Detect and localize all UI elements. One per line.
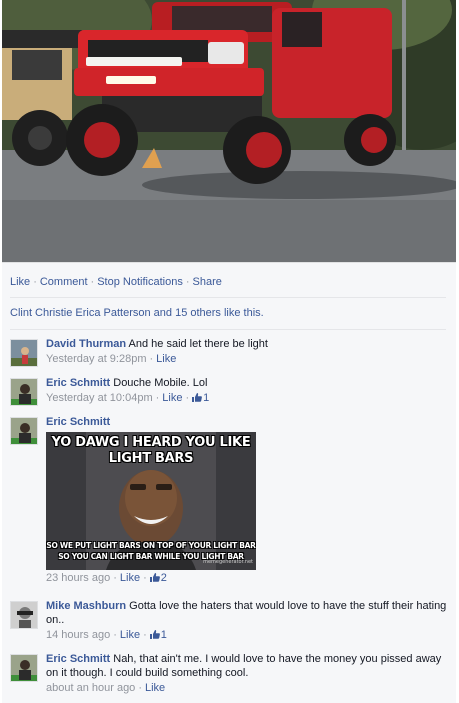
comment-author[interactable]: Eric Schmitt: [46, 653, 110, 665]
separator: ·: [113, 572, 117, 584]
divider: [10, 329, 446, 330]
separator: ·: [185, 276, 190, 288]
comment-time[interactable]: about an hour ago: [46, 682, 135, 694]
stop-notifications-link[interactable]: Stop Notifications: [97, 276, 183, 288]
separator: ·: [90, 276, 95, 288]
meme-top-caption: YO DAWG I HEARD YOU LIKE LIGHT BARS: [51, 435, 251, 466]
comment-time[interactable]: Yesterday at 10:04pm: [46, 392, 153, 404]
comment-text: Douche Mobile. Lol: [113, 377, 208, 389]
share-link[interactable]: Share: [193, 276, 222, 288]
separator: ·: [185, 392, 190, 404]
comment-meta: Yesterday at 10:04pm · Like · 1: [46, 391, 450, 405]
like-post-link[interactable]: Like: [10, 276, 30, 288]
comment-text: And he said let there be light: [128, 338, 268, 350]
like-count: 1: [203, 392, 210, 404]
comment-time[interactable]: 14 hours ago: [46, 629, 110, 641]
thumbs-up-icon: [149, 573, 160, 582]
post-photo[interactable]: [2, 0, 456, 262]
comment-meta: about an hour ago · Like: [46, 681, 450, 695]
comment-time[interactable]: 23 hours ago: [46, 572, 110, 584]
comment-like-link[interactable]: Like: [162, 392, 182, 404]
comment-link[interactable]: Comment: [40, 276, 88, 288]
truck-photo-illustration: [2, 0, 456, 262]
post-actions: Like · Comment · Stop Notifications · Share: [10, 276, 222, 288]
comment-author[interactable]: Eric Schmitt: [46, 416, 110, 428]
like-count-link[interactable]: 1: [192, 392, 209, 404]
comment-meta: Yesterday at 9:28pm · Like: [46, 352, 450, 366]
comment-author[interactable]: David Thurman: [46, 338, 126, 350]
comment-like-link[interactable]: Like: [120, 572, 140, 584]
comment-author[interactable]: Eric Schmitt: [46, 377, 110, 389]
avatar[interactable]: [10, 339, 38, 367]
comment-time[interactable]: Yesterday at 9:28pm: [46, 353, 147, 365]
avatar[interactable]: [10, 378, 38, 406]
thumbs-up-icon: [192, 393, 203, 402]
avatar[interactable]: [10, 654, 38, 682]
thumbs-up-icon: [149, 630, 160, 639]
comment-like-link[interactable]: Like: [120, 629, 140, 641]
like-count: 1: [160, 629, 167, 641]
post-feedback-panel: Like · Comment · Stop Notifications · Share Cl…: [2, 262, 456, 703]
comment-like-link[interactable]: Like: [156, 353, 176, 365]
like-count-link[interactable]: 2: [149, 572, 167, 584]
separator: ·: [33, 276, 37, 288]
separator: ·: [138, 682, 142, 694]
separator: ·: [113, 629, 117, 641]
like-count-link[interactable]: 1: [149, 629, 167, 641]
meme-watermark: memegenerator.net: [203, 559, 253, 565]
comment-meta: 14 hours ago · Like · 1: [46, 628, 450, 642]
avatar[interactable]: [10, 601, 38, 629]
avatar[interactable]: [10, 417, 38, 445]
separator: ·: [143, 572, 147, 584]
separator: ·: [149, 353, 154, 365]
separator: ·: [143, 629, 147, 641]
divider: [10, 297, 446, 298]
likes-summary[interactable]: Clint Christie Erica Patterson and 15 ot…: [10, 307, 264, 319]
comment-meta: 23 hours ago · Like · 2: [46, 571, 450, 585]
meme-image[interactable]: YO DAWG I HEARD YOU LIKE LIGHT BARS SO W…: [46, 432, 256, 570]
like-count: 2: [160, 572, 167, 584]
comment-author[interactable]: Mike Mashburn: [46, 600, 126, 612]
separator: ·: [155, 392, 160, 404]
comment-like-link[interactable]: Like: [145, 682, 165, 694]
